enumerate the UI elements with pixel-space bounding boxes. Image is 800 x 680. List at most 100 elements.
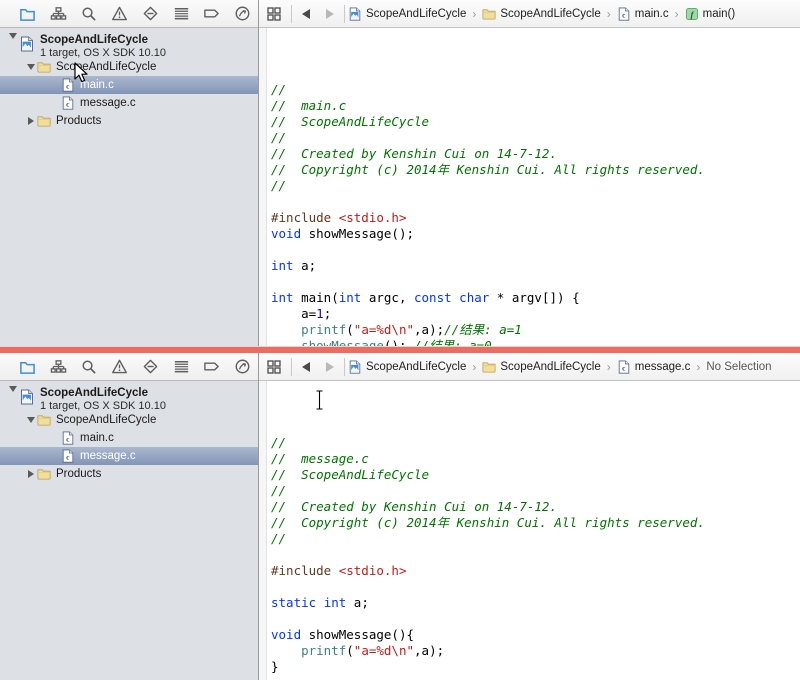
tree-item-label: message.c (80, 450, 136, 462)
code-token: printf (301, 322, 346, 337)
code-token: static (271, 595, 316, 610)
report-navigator-icon-glyph (234, 358, 251, 375)
breakpoint-navigator-icon[interactable] (197, 3, 228, 25)
disclosure-triangle-right-icon[interactable] (24, 470, 37, 478)
c-file-icon: c (617, 7, 631, 21)
breakpoint-navigator-icon[interactable] (197, 356, 228, 378)
code-token: #include (271, 563, 339, 578)
tree-item-products[interactable]: Products (0, 465, 258, 483)
tree-item-label: ScopeAndLifeCycle (56, 61, 156, 73)
code-token: void (271, 627, 301, 642)
breadcrumb-separator-icon: › (607, 360, 611, 374)
c-file-icon: c (61, 449, 75, 463)
code-line: // (271, 178, 800, 194)
bottom-project-navigator: ScopeAndLifeCycle1 target, OS X SDK 10.1… (0, 353, 259, 680)
test-navigator-icon[interactable] (135, 3, 166, 25)
code-line (271, 611, 800, 627)
report-navigator-icon[interactable] (227, 3, 258, 25)
project-navigator-icon-glyph (19, 358, 36, 375)
breadcrumb-item[interactable]: ScopeAndLifeCycle (481, 360, 601, 374)
breadcrumb-label: ScopeAndLifeCycle (366, 8, 466, 20)
top-related-items-icon[interactable] (259, 7, 289, 21)
disclosure-triangle-down-icon[interactable] (6, 386, 19, 392)
top-navigator-tree: ScopeAndLifeCycle1 target, OS X SDK 10.1… (0, 28, 258, 346)
breadcrumb-item[interactable]: cmain.c (616, 7, 670, 21)
breadcrumb-item[interactable]: No Selection (705, 361, 772, 373)
folder-icon (482, 7, 496, 21)
tree-item-label: Products (56, 115, 101, 127)
issue-navigator-icon-glyph (111, 358, 128, 375)
tree-item-scopeandlifecycle[interactable]: ScopeAndLifeCycle (0, 411, 258, 429)
bottom-related-items-icon[interactable] (259, 360, 289, 374)
code-token: // ScopeAndLifeCycle (271, 114, 429, 129)
symbol-navigator-icon-glyph (50, 5, 67, 22)
code-token: "a=%d\n" (354, 322, 414, 337)
test-navigator-icon[interactable] (135, 356, 166, 378)
function-icon: f (685, 7, 699, 21)
xcode-window: ScopeAndLifeCycle1 target, OS X SDK 10.1… (0, 0, 800, 680)
tree-item-main-c[interactable]: cmain.c (0, 76, 258, 94)
code-line: static int a; (271, 595, 800, 611)
top-project-root-row[interactable]: ScopeAndLifeCycle1 target, OS X SDK 10.1… (0, 32, 258, 58)
tree-item-scopeandlifecycle[interactable]: ScopeAndLifeCycle (0, 58, 258, 76)
symbol-navigator-icon[interactable] (43, 356, 74, 378)
tree-item-products[interactable]: Products (0, 112, 258, 130)
tree-item-label: Products (56, 468, 101, 480)
tree-item-label: ScopeAndLifeCycle (56, 414, 156, 426)
project-navigator-icon-glyph (19, 5, 36, 22)
folder-icon (37, 467, 51, 481)
issue-navigator-icon[interactable] (104, 3, 135, 25)
tree-item-main-c[interactable]: cmain.c (0, 429, 258, 447)
top-project-navigator: ScopeAndLifeCycle1 target, OS X SDK 10.1… (0, 0, 259, 346)
bottom-back-arrow-icon[interactable] (294, 362, 318, 372)
disclosure-triangle-down-icon[interactable] (24, 64, 37, 70)
search-navigator-icon[interactable] (74, 3, 105, 25)
code-line: // Copyright (c) 2014年 Kenshin Cui. All … (271, 515, 800, 531)
debug-navigator-icon[interactable] (166, 356, 197, 378)
project-navigator-icon[interactable] (12, 3, 43, 25)
disclosure-triangle-down-icon[interactable] (24, 417, 37, 423)
split-divider-highlight[interactable] (0, 346, 800, 353)
code-token: // Copyright (c) 2014年 Kenshin Cui. All … (271, 162, 705, 177)
c-file-icon: c (61, 96, 75, 110)
tree-item-label: main.c (80, 79, 114, 91)
top-back-arrow-icon[interactable] (294, 9, 318, 19)
breadcrumb-item[interactable]: ScopeAndLifeCycle (347, 360, 467, 374)
tree-item-label: message.c (80, 97, 136, 109)
tree-item-message-c[interactable]: c message.c (0, 447, 258, 465)
code-line: // Created by Kenshin Cui on 14-7-12. (271, 146, 800, 162)
report-navigator-icon[interactable] (227, 356, 258, 378)
code-token: ,a); (414, 322, 444, 337)
code-line: // (271, 531, 800, 547)
breadcrumb-item[interactable]: ScopeAndLifeCycle (481, 7, 601, 21)
breadcrumb-item[interactable]: ScopeAndLifeCycle (347, 7, 467, 21)
code-line: printf("a=%d\n",a); (271, 643, 800, 659)
top-forward-arrow-icon[interactable] (318, 9, 342, 19)
project-navigator-icon[interactable] (12, 356, 43, 378)
issue-navigator-icon[interactable] (104, 356, 135, 378)
code-token: #include (271, 210, 339, 225)
code-token: ( (346, 643, 354, 658)
xcode-project-icon (19, 36, 35, 52)
symbol-navigator-icon[interactable] (43, 3, 74, 25)
top-source-code[interactable]: //// main.c// ScopeAndLifeCycle//// Crea… (259, 28, 800, 346)
disclosure-triangle-down-icon[interactable] (6, 33, 19, 39)
disclosure-triangle-right-icon[interactable] (24, 117, 37, 125)
breadcrumb-label: main() (703, 8, 736, 20)
folder-icon (37, 413, 51, 427)
code-token: // (271, 82, 286, 97)
debug-navigator-icon[interactable] (166, 3, 197, 25)
breadcrumb-item[interactable]: f main() (684, 7, 737, 21)
search-navigator-icon[interactable] (74, 356, 105, 378)
code-line (271, 547, 800, 563)
bottom-source-code[interactable]: //// message.c// ScopeAndLifeCycle//// C… (259, 381, 800, 680)
code-line: // message.c (271, 451, 800, 467)
code-token: // (271, 531, 286, 546)
bottom-jump-bar: ScopeAndLifeCycle› ScopeAndLifeCycle› cm… (259, 353, 800, 381)
bottom-project-root-row[interactable]: ScopeAndLifeCycle1 target, OS X SDK 10.1… (0, 385, 258, 411)
breadcrumb-item[interactable]: cmessage.c (616, 360, 692, 374)
bottom-forward-arrow-icon[interactable] (318, 362, 342, 372)
tree-item-message-c[interactable]: c message.c (0, 94, 258, 112)
folder-icon (37, 114, 51, 128)
code-line: } (271, 659, 800, 675)
